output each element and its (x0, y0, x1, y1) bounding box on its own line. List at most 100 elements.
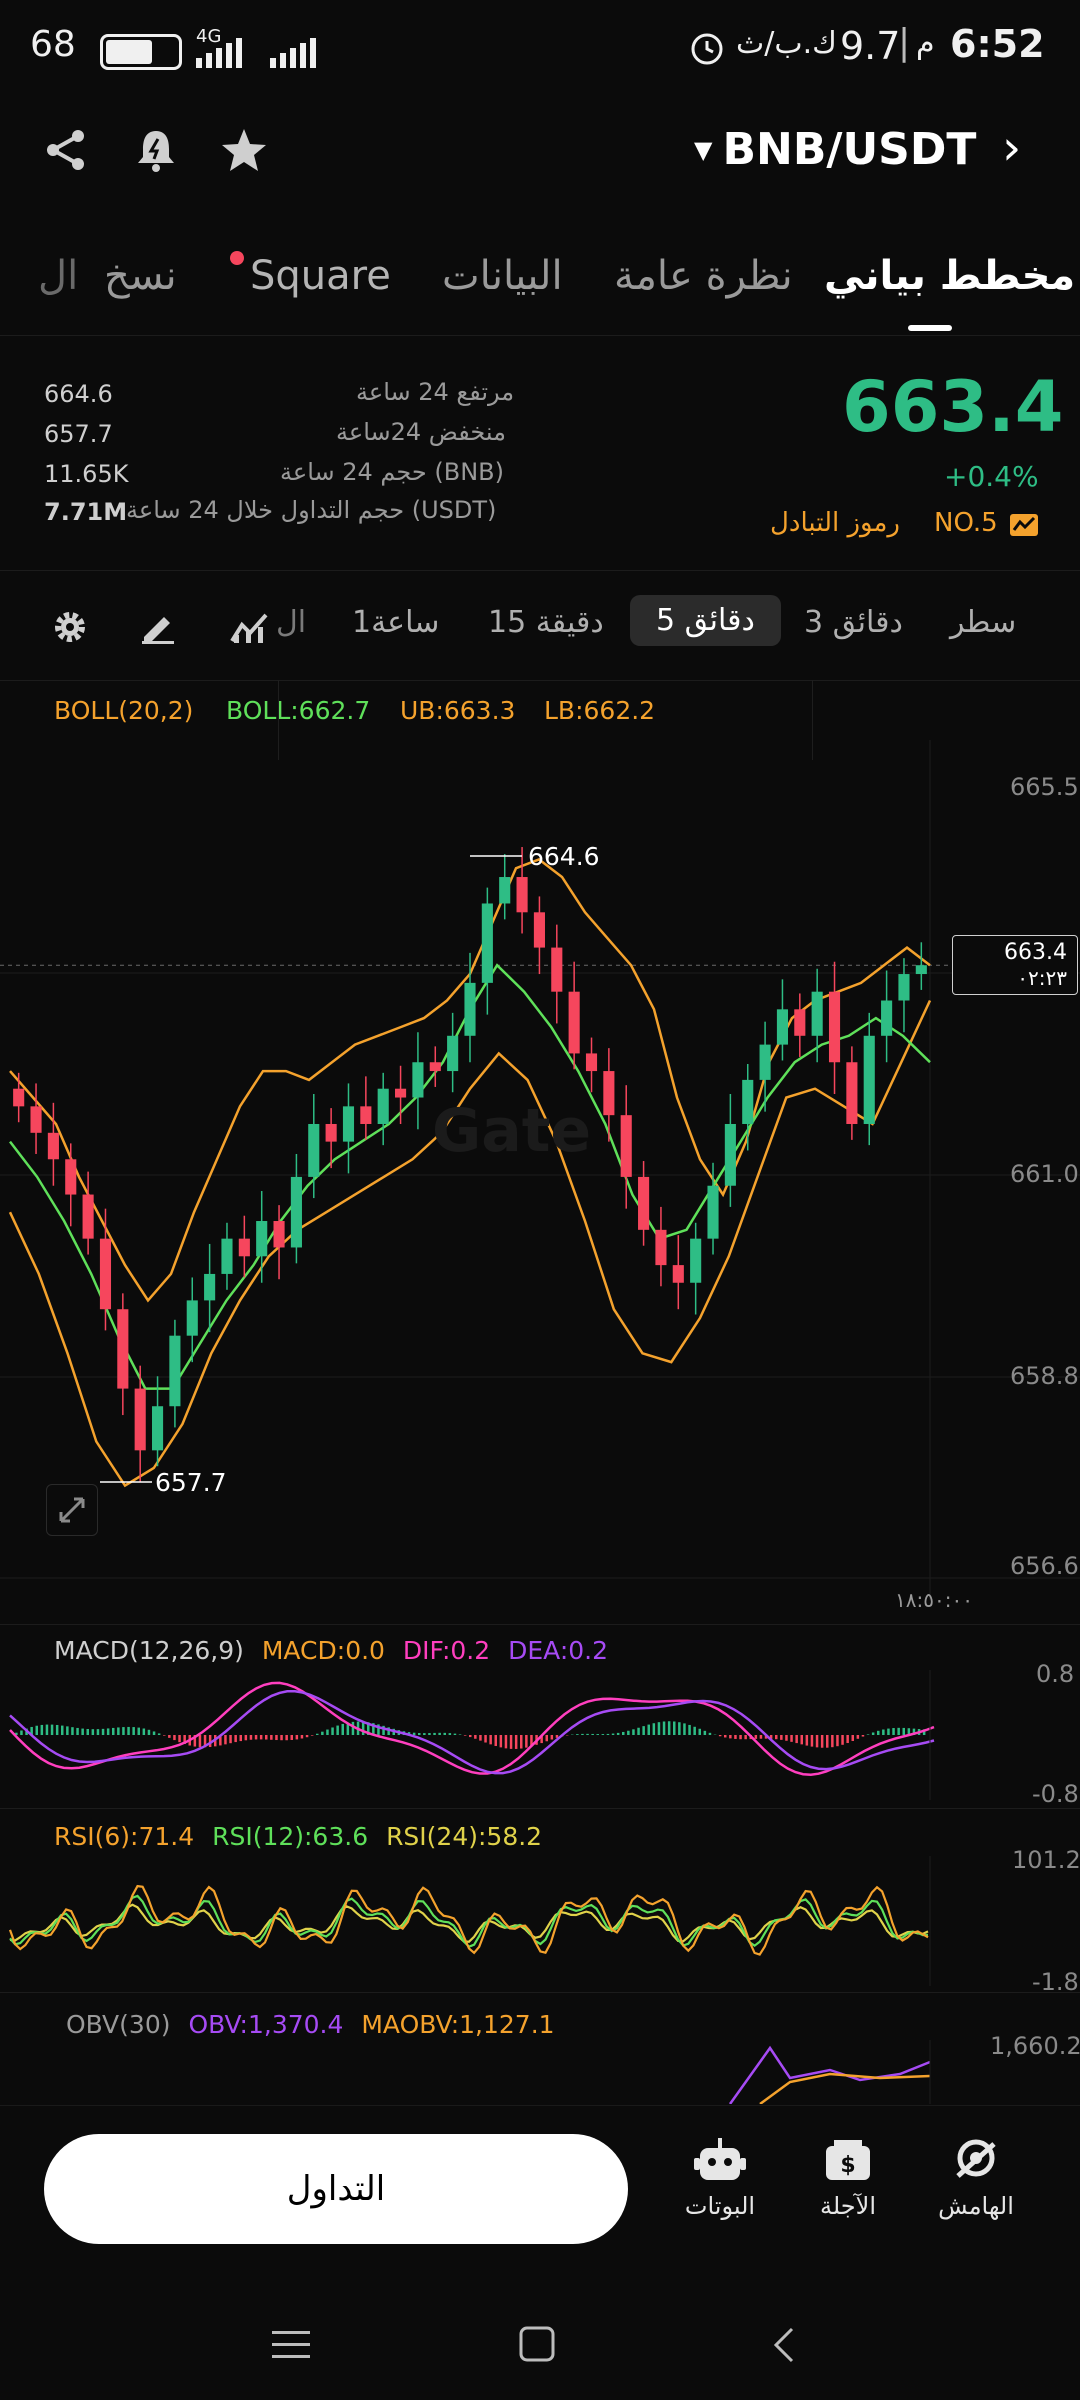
battery-icon (100, 34, 182, 70)
settings-gear-icon[interactable] (52, 609, 88, 645)
interval-15m[interactable]: 15 دقيقة (488, 605, 604, 640)
macd-histogram-bar (790, 1735, 793, 1742)
tab-overview[interactable]: نظرة عامة (614, 253, 793, 299)
countdown: ٠٢:٢٣ (1017, 966, 1067, 990)
candle (516, 877, 528, 913)
macd-histogram-bar (662, 1721, 666, 1735)
macd-histogram-bar (290, 1735, 293, 1740)
interval-1h[interactable]: 1ساعة (352, 605, 439, 640)
macd-histogram-bar (300, 1735, 304, 1739)
divider: | (898, 22, 911, 63)
interval-more[interactable]: ال (276, 605, 306, 640)
favorite-star-icon[interactable] (216, 122, 272, 178)
nav-bots[interactable]: البوتات (660, 2136, 780, 2220)
share-icon[interactable] (38, 122, 94, 178)
interval-3m[interactable]: 3 دقائق (804, 605, 903, 640)
macd-histogram-bar (667, 1721, 671, 1735)
trade-button[interactable]: التداول (44, 2134, 628, 2244)
nav-futures[interactable]: $ الآجلة (788, 2136, 908, 2220)
macd-histogram-bar (871, 1732, 875, 1735)
macd-histogram-bar (887, 1728, 890, 1735)
macd-histogram-bar (137, 1727, 140, 1735)
stat-vol-quote-value: 7.71M (44, 498, 128, 526)
indicator-icon[interactable] (230, 609, 270, 645)
macd-histogram-bar (657, 1722, 661, 1735)
macd-histogram-bar (234, 1735, 237, 1743)
macd-histogram-bar (708, 1732, 712, 1735)
macd-histogram-bar (40, 1724, 44, 1735)
macd-histogram-bar (351, 1721, 355, 1735)
macd-histogram-bar (678, 1722, 681, 1735)
interval-line[interactable]: سطر (950, 605, 1016, 640)
macd-histogram-bar (846, 1735, 849, 1744)
candle (238, 1238, 250, 1257)
meridiem: م (916, 26, 935, 61)
macd-histogram-bar (703, 1730, 707, 1735)
rank-label[interactable]: رموز التبادل (770, 508, 900, 538)
maobv-value: MAOBV:1,127.1 (361, 2010, 555, 2039)
pair-selector[interactable]: ▼ BNB/USDT (694, 124, 976, 175)
candle (256, 1221, 268, 1257)
macd-axis-bottom: -0.8 (1032, 1780, 1079, 1808)
candle (811, 991, 823, 1036)
candle (499, 877, 511, 904)
macd-histogram-bar (50, 1724, 54, 1735)
macd-histogram-bar (270, 1735, 273, 1740)
macd-histogram-bar (851, 1735, 854, 1741)
candle (898, 974, 910, 1001)
tab-more[interactable]: ال (38, 253, 78, 299)
macd-histogram-bar (412, 1732, 416, 1735)
macd-histogram-bar (45, 1724, 49, 1735)
macd-histogram-bar (826, 1735, 829, 1748)
candle (65, 1159, 77, 1195)
candle (82, 1194, 94, 1239)
macd-histogram-bar (142, 1728, 146, 1735)
rank-value[interactable]: NO.5 (934, 508, 998, 538)
tab-chart[interactable]: مخطط بياني (824, 253, 1075, 299)
candle (742, 1079, 754, 1124)
boll-upper-line (9, 857, 931, 1303)
macd-histogram-bar (882, 1729, 885, 1735)
macd-histogram-bar (734, 1735, 737, 1739)
tab-copy[interactable]: نسخ (104, 253, 177, 299)
macd-histogram-bar (698, 1728, 701, 1735)
macd-histogram-bar (106, 1728, 110, 1735)
draw-pencil-icon[interactable] (140, 609, 176, 645)
expand-icon[interactable] (46, 1484, 98, 1536)
home-icon[interactable] (518, 2325, 558, 2365)
signal-icon (196, 38, 316, 68)
tab-square[interactable]: Square (250, 253, 391, 299)
candle (204, 1273, 216, 1301)
macd-histogram-bar (693, 1726, 696, 1735)
interval-5m[interactable]: 5 دقائق (630, 595, 781, 646)
macd-histogram-bar (127, 1726, 130, 1735)
back-icon[interactable] (770, 2325, 800, 2365)
candle (30, 1106, 42, 1133)
chevron-right-icon[interactable]: › (1002, 120, 1021, 176)
macd-histogram-bar (453, 1733, 457, 1735)
macd-histogram-bar (718, 1735, 722, 1737)
status-bar: 68 4G ك.ب/ث 9.7 | م 6:52 (0, 0, 1080, 100)
candle (638, 1176, 650, 1230)
y-tick-658-8: 658.8 (1010, 1362, 1079, 1390)
price-stats: 663.4 +0.4% رموز التبادل NO.5 664.6 مرتف… (0, 340, 1080, 571)
tab-data[interactable]: البيانات (442, 253, 563, 299)
nav-margin[interactable]: الهامش (916, 2136, 1036, 2220)
macd-histogram-bar (341, 1723, 344, 1735)
macd-histogram-bar (820, 1735, 824, 1748)
macd-histogram-bar (499, 1735, 503, 1748)
macd-name: MACD(12,26,9) (54, 1636, 244, 1665)
obv-chart (728, 2040, 931, 2104)
macd-histogram-bar (117, 1727, 120, 1735)
macd-histogram-bar (673, 1721, 676, 1735)
recent-apps-icon[interactable] (270, 2325, 314, 2365)
macd-histogram-bar (525, 1735, 528, 1748)
macd-histogram-bar (224, 1735, 227, 1745)
macd-histogram-bar (856, 1735, 860, 1739)
macd-histogram-bar (305, 1735, 309, 1738)
price-alert-icon[interactable] (128, 122, 184, 178)
boll-name: BOLL(20,2) (54, 696, 194, 725)
macd-histogram-bar (463, 1735, 467, 1736)
macd-histogram-bar (795, 1735, 798, 1744)
macd-histogram-bar (469, 1735, 472, 1738)
